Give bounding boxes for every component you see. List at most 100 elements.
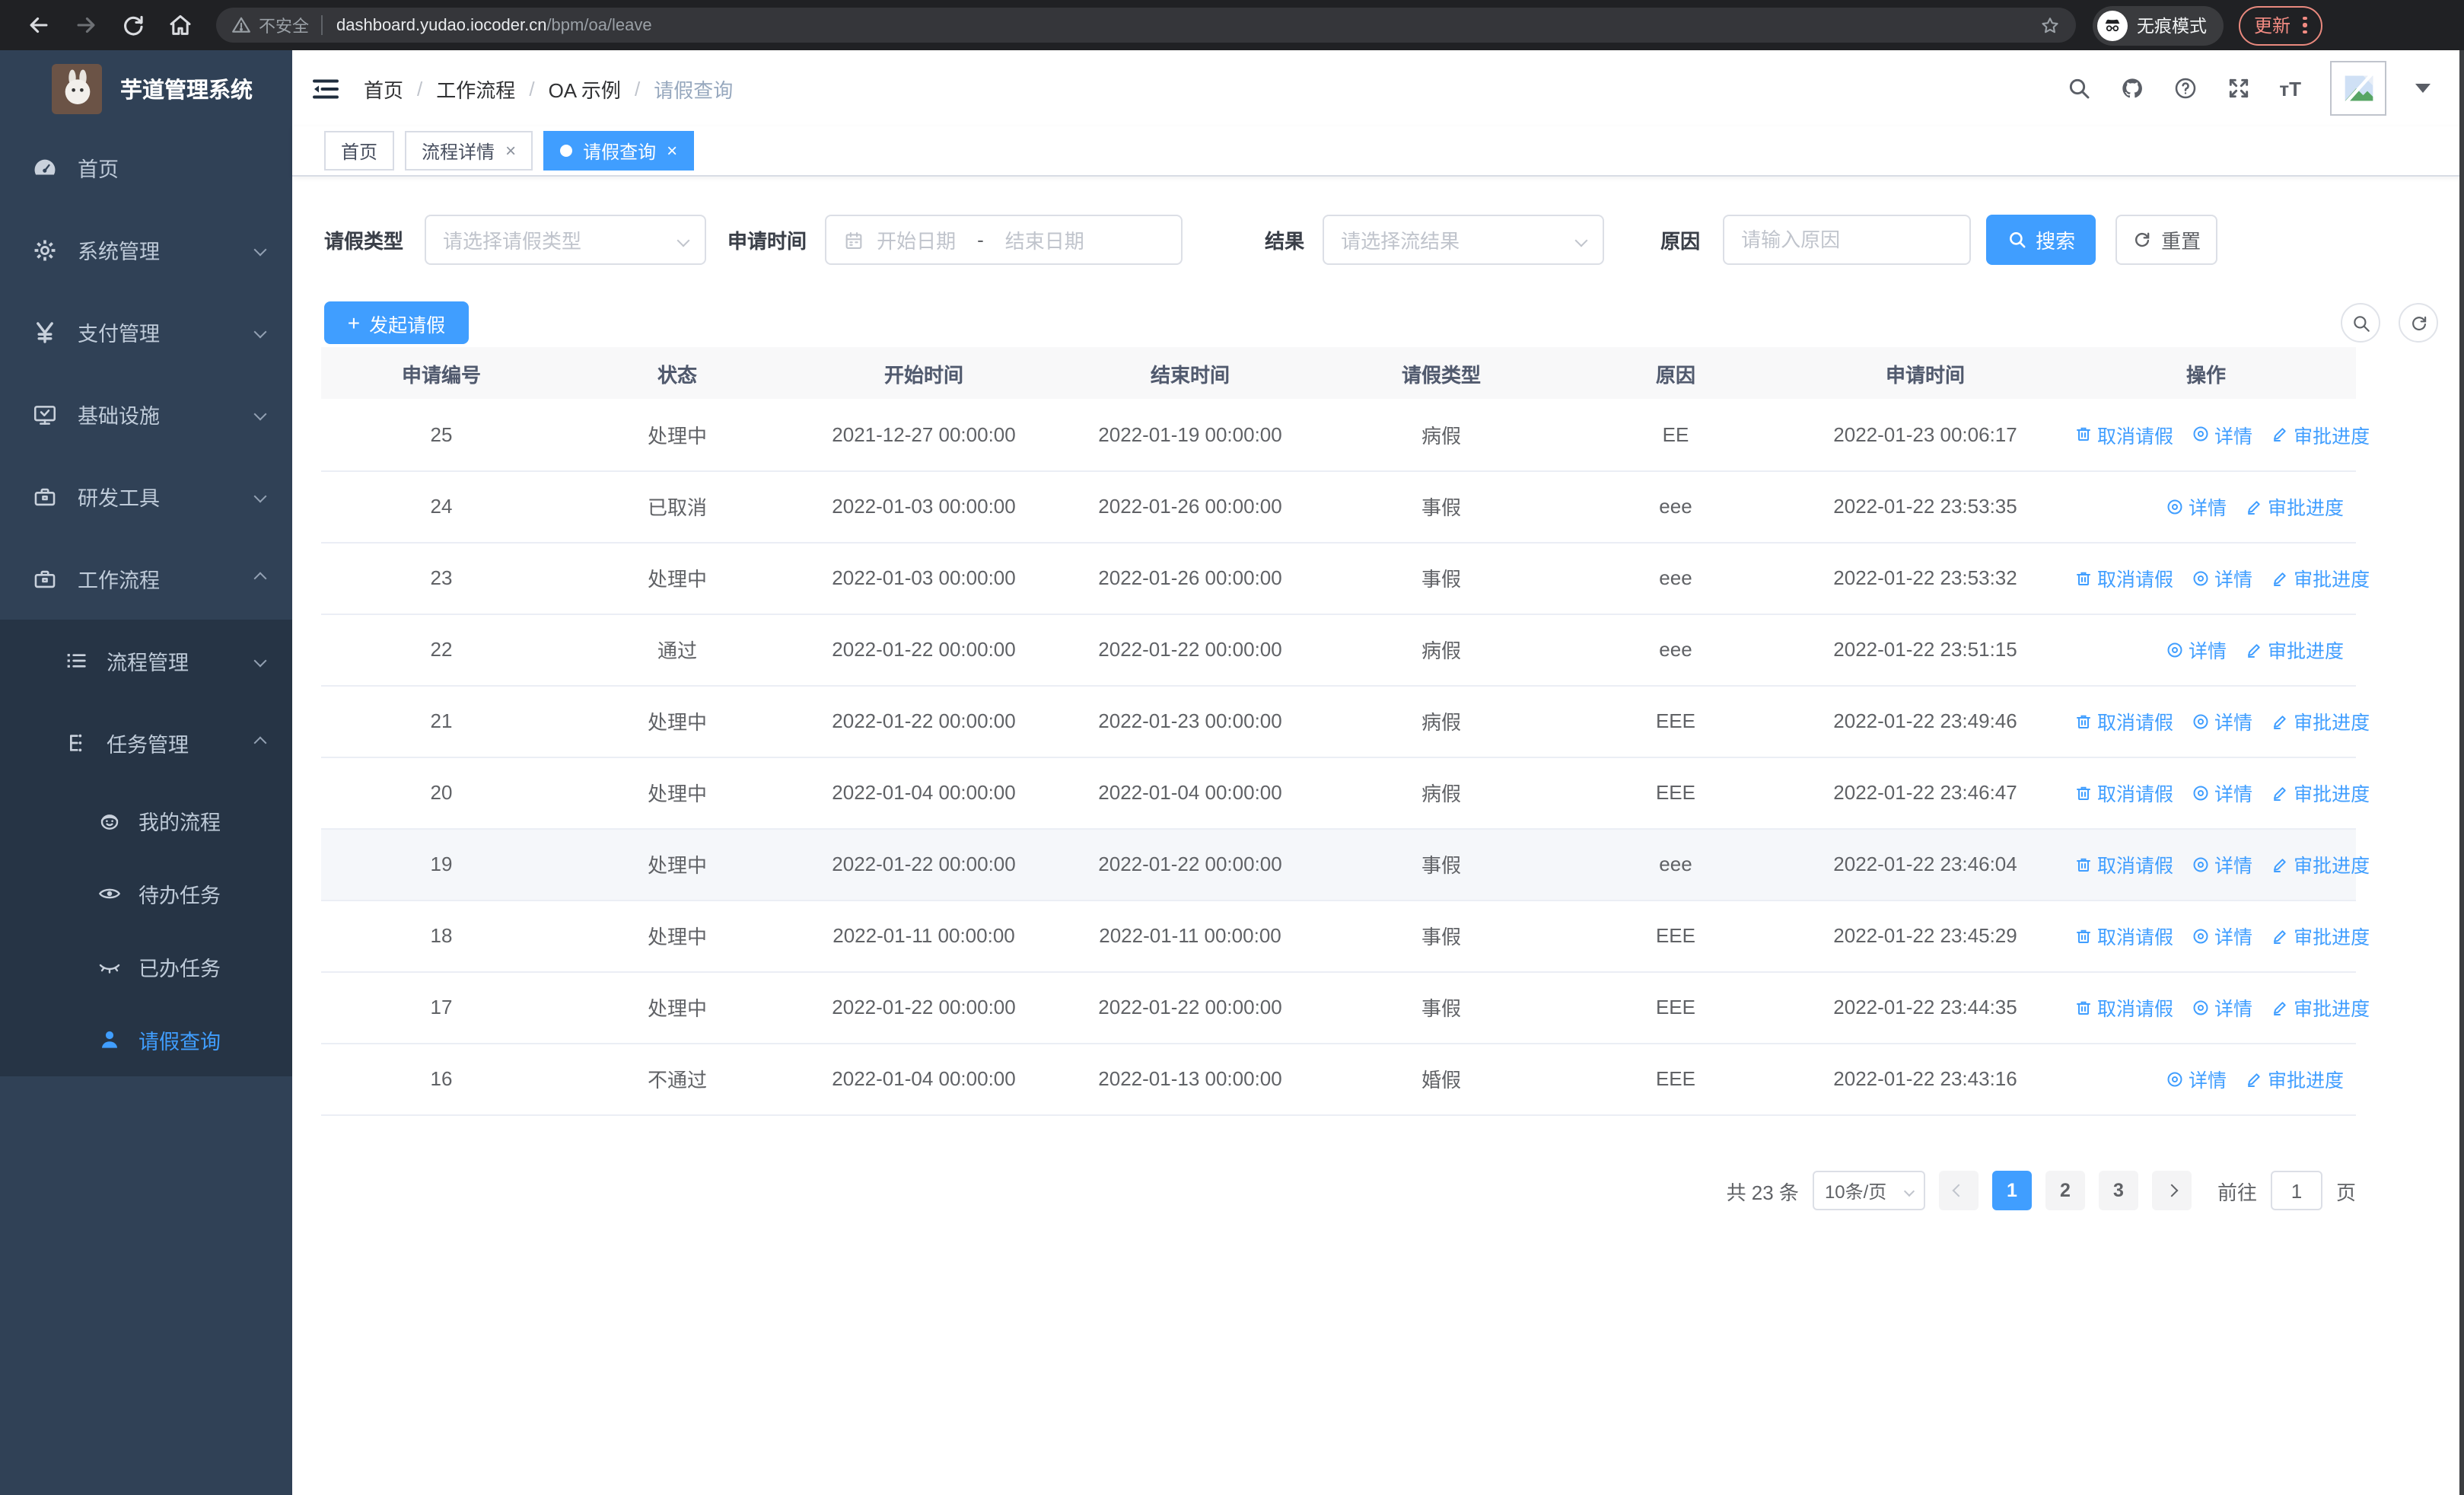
leave-type-select[interactable]: 请选择请假类型 xyxy=(425,215,707,265)
result-select[interactable]: 请选择流结果 xyxy=(1323,215,1605,265)
security-label[interactable]: 不安全 xyxy=(259,13,309,37)
action-cancel-leave-link[interactable]: 取消请假 xyxy=(2074,850,2173,878)
trash-icon xyxy=(2077,857,2090,871)
avatar[interactable] xyxy=(2330,61,2386,116)
app-logo[interactable]: 芋道管理系统 xyxy=(0,50,292,126)
table-row[interactable]: 23 处理中 2022-01-03 00:00:00 2022-01-26 00… xyxy=(321,542,2370,614)
sidebar-item-workflow[interactable]: 工作流程 xyxy=(0,537,292,620)
action-detail-link[interactable]: 详情 xyxy=(2192,706,2252,735)
page-button-2[interactable]: 2 xyxy=(2045,1171,2085,1210)
sidebar-item-task-management[interactable]: 任务管理 xyxy=(0,702,292,784)
tab-home[interactable]: 首页 xyxy=(324,131,395,171)
chevron-down-icon xyxy=(1903,1184,1915,1197)
action-cancel-leave-link[interactable]: 取消请假 xyxy=(2074,921,2173,950)
action-detail-link[interactable]: 详情 xyxy=(2192,850,2252,878)
page-button-3[interactable]: 3 xyxy=(2098,1171,2138,1210)
cell-applied: 2022-01-22 23:53:32 xyxy=(1794,542,2056,614)
table-row[interactable]: 20 处理中 2022-01-04 00:00:00 2022-01-04 00… xyxy=(321,757,2370,829)
action-approval-progress-link[interactable]: 审批进度 xyxy=(2271,420,2370,449)
sidebar-item-home[interactable]: 首页 xyxy=(0,126,292,209)
app-logo-image xyxy=(52,63,102,113)
action-cancel-leave-link[interactable]: 取消请假 xyxy=(2074,706,2173,735)
sidebar-item-dev-tools[interactable]: 研发工具 xyxy=(0,455,292,537)
page-button-1[interactable]: 1 xyxy=(1991,1171,2032,1210)
github-icon[interactable] xyxy=(2119,76,2144,100)
font-size-icon[interactable]: ᴛT xyxy=(2279,77,2301,100)
table-row[interactable]: 21 处理中 2022-01-22 00:00:00 2022-01-23 00… xyxy=(321,685,2370,757)
fullscreen-icon[interactable] xyxy=(2226,76,2250,100)
action-approval-progress-link[interactable]: 审批进度 xyxy=(2271,850,2370,878)
action-cancel-leave-link[interactable]: 取消请假 xyxy=(2074,778,2173,807)
search-icon[interactable] xyxy=(2066,76,2090,100)
sidebar-item-done-tasks[interactable]: 已办任务 xyxy=(0,930,292,1003)
address-bar[interactable]: 不安全 dashboard.yudao.iocoder.cn/bpm/oa/le… xyxy=(216,8,2076,43)
update-label[interactable]: 更新 xyxy=(2254,12,2291,38)
page-size-select[interactable]: 10条/页 xyxy=(1812,1171,1925,1210)
action-approval-progress-link[interactable]: 审批进度 xyxy=(2271,921,2370,950)
table-refresh-button[interactable] xyxy=(2399,303,2438,343)
close-icon[interactable]: × xyxy=(667,142,677,160)
back-icon[interactable] xyxy=(26,12,52,38)
sidebar-item-todo-tasks[interactable]: 待办任务 xyxy=(0,857,292,930)
action-approval-progress-link[interactable]: 审批进度 xyxy=(2271,706,2370,735)
goto-page-input[interactable] xyxy=(2270,1171,2322,1210)
action-detail-link[interactable]: 详情 xyxy=(2192,563,2252,592)
breadcrumb-item[interactable]: OA 示例 xyxy=(549,74,621,103)
apply-time-range-picker[interactable]: 开始日期 - 结束日期 xyxy=(825,215,1183,265)
table-row[interactable]: 25 处理中 2021-12-27 00:00:00 2022-01-19 00… xyxy=(321,399,2370,471)
help-icon[interactable] xyxy=(2173,76,2197,100)
sidebar-collapse-icon[interactable] xyxy=(312,77,339,100)
action-detail-link[interactable]: 详情 xyxy=(2192,420,2252,449)
cell-type: 事假 xyxy=(1326,971,1557,1044)
sidebar-item-payment[interactable]: 支付管理 xyxy=(0,291,292,373)
action-cancel-leave-link[interactable]: 取消请假 xyxy=(2074,563,2173,592)
home-icon[interactable] xyxy=(167,12,193,38)
sidebar-item-leave-query[interactable]: 请假查询 xyxy=(0,1003,292,1076)
breadcrumb-item[interactable]: 首页 xyxy=(364,74,403,103)
table-row[interactable]: 22 通过 2022-01-22 00:00:00 2022-01-22 00:… xyxy=(321,614,2356,686)
action-cancel-leave-link[interactable]: 取消请假 xyxy=(2074,993,2173,1022)
action-approval-progress-link[interactable]: 审批进度 xyxy=(2271,563,2370,592)
table-row[interactable]: 24 已取消 2022-01-03 00:00:00 2022-01-26 00… xyxy=(321,470,2356,543)
action-detail-link[interactable]: 详情 xyxy=(2192,778,2252,807)
action-approval-progress-link[interactable]: 审批进度 xyxy=(2245,492,2344,521)
sidebar-item-my-process[interactable]: 我的流程 xyxy=(0,784,292,857)
prev-page-button[interactable] xyxy=(1938,1171,1979,1210)
action-approval-progress-link[interactable]: 审批进度 xyxy=(2245,635,2344,664)
avatar-caret-icon[interactable] xyxy=(2415,84,2431,93)
action-detail-link[interactable]: 详情 xyxy=(2166,492,2227,521)
action-approval-progress-link[interactable]: 审批进度 xyxy=(2245,1064,2344,1093)
search-button[interactable]: 搜索 xyxy=(1986,215,2096,265)
tab-leave-query[interactable]: 请假查询 × xyxy=(543,131,695,171)
window-scrollbar-edge[interactable] xyxy=(2459,50,2464,1495)
table-search-toggle-button[interactable] xyxy=(2341,303,2380,343)
close-icon[interactable]: × xyxy=(505,142,516,160)
breadcrumb-separator: / xyxy=(417,77,423,100)
action-detail-link[interactable]: 详情 xyxy=(2192,921,2252,950)
tab-process-detail[interactable]: 流程详情 × xyxy=(405,131,533,171)
sidebar-item-infrastructure[interactable]: 基础设施 xyxy=(0,373,292,455)
breadcrumb-item[interactable]: 工作流程 xyxy=(436,74,515,103)
table-row[interactable]: 17 处理中 2022-01-22 00:00:00 2022-01-22 00… xyxy=(321,971,2370,1044)
browser-update-button[interactable]: 更新 xyxy=(2239,5,2322,45)
reload-icon[interactable] xyxy=(120,12,146,38)
sidebar-item-process-management[interactable]: 流程管理 xyxy=(0,620,292,702)
action-detail-link[interactable]: 详情 xyxy=(2192,993,2252,1022)
create-leave-button[interactable]: + 发起请假 xyxy=(324,301,469,344)
table-row[interactable]: 16 不通过 2022-01-04 00:00:00 2022-01-13 00… xyxy=(321,1043,2356,1115)
action-cancel-leave-link[interactable]: 取消请假 xyxy=(2074,420,2173,449)
bookmark-star-icon[interactable] xyxy=(2039,14,2061,36)
table-row[interactable]: 19 处理中 2022-01-22 00:00:00 2022-01-22 00… xyxy=(321,828,2370,901)
action-label: 审批进度 xyxy=(2294,712,2370,734)
table-row[interactable]: 18 处理中 2022-01-11 00:00:00 2022-01-11 00… xyxy=(321,900,2370,972)
sidebar-item-system[interactable]: 系统管理 xyxy=(0,209,292,291)
action-approval-progress-link[interactable]: 审批进度 xyxy=(2271,993,2370,1022)
browser-menu-icon[interactable] xyxy=(2303,16,2307,34)
reset-button[interactable]: 重置 xyxy=(2115,215,2218,265)
next-page-button[interactable] xyxy=(2151,1171,2192,1210)
action-approval-progress-link[interactable]: 审批进度 xyxy=(2271,778,2370,807)
action-detail-link[interactable]: 详情 xyxy=(2166,1064,2227,1093)
forward-icon[interactable] xyxy=(73,12,99,38)
action-detail-link[interactable]: 详情 xyxy=(2166,635,2227,664)
reason-input[interactable] xyxy=(1741,228,1953,251)
